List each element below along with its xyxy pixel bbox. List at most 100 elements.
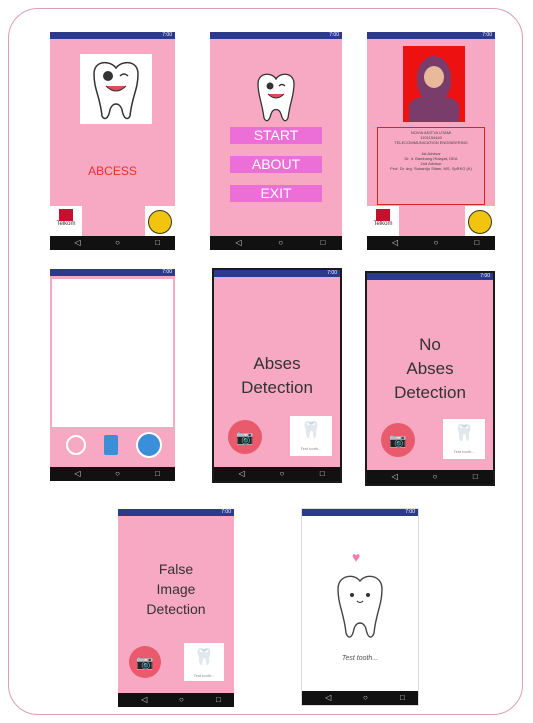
back-icon[interactable]: ◁ (134, 693, 154, 707)
recent-apps-icon[interactable]: □ (148, 236, 168, 250)
home-icon[interactable]: ○ (426, 236, 446, 250)
app-title: ABCESS (88, 164, 137, 178)
status-time: 7:00 (405, 509, 415, 515)
tooth-thumbnail: 🦷 Test tooth... (290, 416, 332, 456)
recent-apps-icon[interactable]: □ (208, 693, 228, 707)
result-line: Abses (406, 359, 454, 378)
result-text: Abses Detection (214, 352, 340, 400)
camera-button[interactable]: 📷 (381, 423, 415, 457)
tooth-thumbnail: 🦷 Test tooth... (184, 643, 224, 681)
screen-no-abses-detection: 7:00 No Abses Detection 📷 🦷 Test tooth..… (365, 271, 495, 486)
back-icon[interactable]: ◁ (385, 236, 405, 250)
home-icon[interactable]: ○ (271, 236, 291, 250)
status-time: 7:00 (480, 273, 490, 279)
telkom-logo: Telkom (50, 206, 82, 236)
result-line: Detection (394, 383, 466, 402)
camera-button[interactable]: 📷 (129, 646, 161, 678)
result-line: No (419, 335, 441, 354)
university-seal-icon (465, 206, 495, 236)
status-time: 7:00 (327, 270, 337, 276)
profile-photo (403, 46, 465, 122)
result-line: Image (156, 581, 196, 597)
tooth-thumbnail-icon: 🦷 (194, 649, 214, 666)
start-button[interactable]: START (230, 127, 322, 144)
result-text: No Abses Detection (367, 333, 493, 405)
screen-about: 7:00 NOVIA ADITYA UTAMI 1101154440 TELEC… (367, 32, 495, 250)
android-nav-bar: ◁ ○ □ (210, 236, 342, 250)
tooth-thumbnail: 🦷 Test tooth... (443, 419, 485, 459)
heart-icon: ♥ (352, 549, 361, 565)
camera-button[interactable]: 📷 (228, 420, 262, 454)
home-icon[interactable]: ○ (108, 467, 128, 481)
tooth-mascot-image (248, 68, 304, 124)
tooth-mascot-image (80, 54, 152, 124)
screen-image-picker: 7:00 ◁ ○ □ (50, 269, 175, 481)
back-icon[interactable]: ◁ (385, 470, 405, 484)
home-icon[interactable]: ○ (355, 691, 375, 705)
result-line: Detection (241, 378, 313, 397)
screen-menu: 7:00 START ABOUT EXIT ◁ ○ □ (210, 32, 342, 250)
loading-caption: Test tooth... (341, 655, 379, 662)
back-icon[interactable]: ◁ (68, 467, 88, 481)
tooth-thumbnail-icon: 🦷 (301, 422, 321, 439)
status-bar: 7:00 (367, 273, 493, 280)
status-time: 7:00 (162, 269, 172, 275)
tooth-illustration (332, 571, 388, 641)
recent-apps-icon[interactable]: □ (148, 467, 168, 481)
telkom-logo-text: Telkom (373, 221, 393, 227)
back-icon[interactable]: ◁ (232, 467, 252, 481)
result-text: False Image Detection (118, 559, 234, 619)
exit-button[interactable]: EXIT (230, 185, 322, 202)
result-line: Detection (146, 601, 206, 617)
university-seal-icon (145, 206, 175, 236)
status-time: 7:00 (221, 509, 231, 515)
screen-abses-detection: 7:00 Abses Detection 📷 🦷 Test tooth... ◁… (212, 268, 342, 483)
android-nav-bar: ◁ ○ □ (118, 693, 234, 707)
home-icon[interactable]: ○ (272, 467, 292, 481)
result-line: Abses (253, 354, 301, 373)
detect-search-icon[interactable] (136, 432, 162, 458)
thumbnail-caption: Test tooth... (193, 673, 215, 678)
advisor-line: Prof. Dr. drg. Suhardjo Sitam, MS, SpRKG… (390, 166, 472, 171)
recent-apps-icon[interactable]: □ (312, 467, 332, 481)
status-bar: 7:00 (50, 269, 175, 276)
screen-splash: 7:00 ABCESS Telkom ◁ ○ □ (50, 32, 175, 250)
telkom-logo: Telkom (367, 206, 399, 236)
screen-false-image-detection: 7:00 False Image Detection 📷 🦷 Test toot… (118, 509, 234, 707)
android-nav-bar: ◁ ○ □ (302, 691, 418, 705)
recent-apps-icon[interactable]: □ (465, 470, 485, 484)
android-nav-bar: ◁ ○ □ (367, 470, 493, 484)
android-nav-bar: ◁ ○ □ (50, 467, 175, 481)
android-nav-bar: ◁ ○ □ (367, 236, 495, 250)
android-nav-bar: ◁ ○ □ (214, 467, 340, 481)
status-bar: 7:00 (302, 509, 418, 516)
screen-test-tooth: 7:00 ♥ Test tooth... ◁ ○ □ (301, 508, 419, 706)
recent-apps-icon[interactable]: □ (392, 691, 412, 705)
recent-apps-icon[interactable]: □ (467, 236, 487, 250)
result-line: False (158, 561, 194, 577)
android-nav-bar: ◁ ○ □ (50, 236, 175, 250)
back-icon[interactable]: ◁ (318, 691, 338, 705)
about-button[interactable]: ABOUT (230, 156, 322, 173)
status-bar: 7:00 (210, 32, 342, 39)
thumbnail-caption: Test tooth... (453, 449, 475, 454)
home-icon[interactable]: ○ (171, 693, 191, 707)
back-icon[interactable]: ◁ (68, 236, 88, 250)
status-time: 7:00 (482, 32, 492, 38)
tooth-thumbnail-icon: 🦷 (454, 425, 474, 442)
status-bar: 7:00 (367, 32, 495, 39)
back-icon[interactable]: ◁ (228, 236, 248, 250)
thumbnail-caption: Test tooth... (300, 446, 322, 451)
status-bar: 7:00 (214, 270, 340, 277)
status-time: 7:00 (329, 32, 339, 38)
recent-apps-icon[interactable]: □ (313, 236, 333, 250)
home-icon[interactable]: ○ (425, 470, 445, 484)
about-info-box: NOVIA ADITYA UTAMI 1101154440 TELECOMMUN… (377, 127, 485, 205)
status-time: 7:00 (162, 32, 172, 38)
telkom-logo-text: Telkom (56, 221, 76, 227)
home-icon[interactable]: ○ (108, 236, 128, 250)
image-preview-area (52, 279, 173, 427)
rotate-icon[interactable] (66, 435, 86, 455)
gallery-icon[interactable] (104, 435, 118, 455)
status-bar: 7:00 (118, 509, 234, 516)
